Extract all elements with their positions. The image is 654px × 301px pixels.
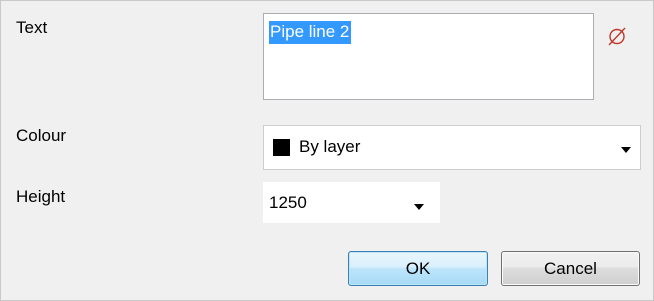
colour-dropdown-value: By layer: [299, 137, 361, 156]
text-input[interactable]: Pipe line 2: [263, 13, 594, 100]
height-dropdown-value: 1250: [269, 193, 307, 212]
colour-swatch: [273, 139, 290, 156]
cancel-button[interactable]: Cancel: [501, 251, 640, 286]
text-label: Text: [16, 18, 48, 37]
text-properties-dialog: Text Pipe line 2 Colour By layer Height …: [0, 0, 654, 301]
chevron-down-icon: [621, 147, 631, 153]
colour-dropdown[interactable]: By layer: [263, 125, 641, 170]
chevron-down-icon: [414, 204, 424, 210]
colour-label: Colour: [16, 126, 67, 145]
text-input-selected-value: Pipe line 2: [269, 21, 352, 44]
ok-button[interactable]: OK: [348, 251, 488, 286]
height-dropdown[interactable]: 1250: [263, 182, 440, 223]
height-label: Height: [16, 187, 66, 206]
clear-text-icon[interactable]: [606, 25, 628, 47]
